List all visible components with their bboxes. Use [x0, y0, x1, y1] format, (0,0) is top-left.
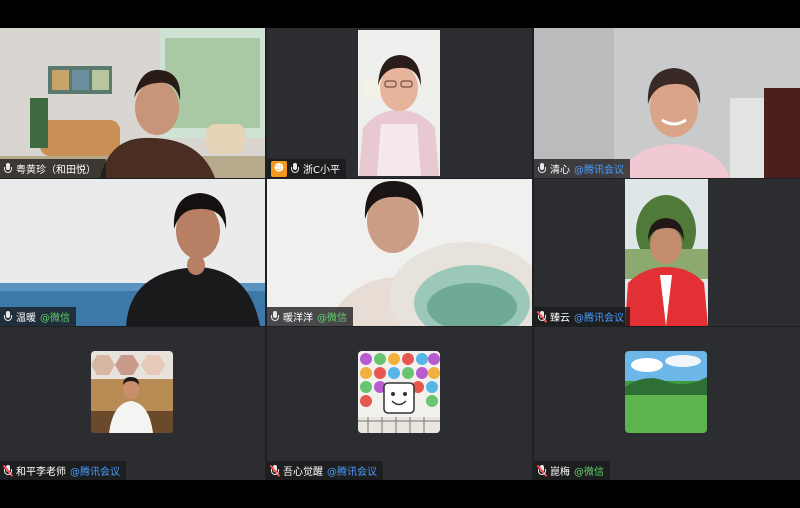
participant-name: 吾心觉醒 — [283, 467, 323, 478]
participant-tile[interactable]: 暖洋洋 @微信 — [267, 179, 532, 326]
participant-name: 温暖 — [16, 313, 36, 324]
mic-icon — [4, 310, 12, 323]
participant-tile[interactable]: 清心 @腾讯会议 — [534, 28, 800, 178]
participant-org: @微信 — [317, 313, 347, 324]
participant-name: 和平李老师 — [16, 467, 66, 478]
participant-org: @腾讯会议 — [574, 313, 624, 324]
participant-name: 浙C小平 — [303, 165, 340, 176]
participant-tile[interactable]: 吾心觉醒 @腾讯会议 — [267, 327, 532, 480]
avatar — [358, 351, 440, 433]
host-icon: ☻ — [271, 160, 287, 177]
mic-muted-icon — [2, 464, 13, 477]
participant-name: 暖洋洋 — [283, 313, 313, 324]
mic-icon — [271, 310, 279, 323]
mic-icon — [4, 162, 12, 175]
name-tag: 和平李老师 @腾讯会议 — [0, 461, 126, 480]
participant-org: @腾讯会议 — [327, 467, 377, 478]
mic-muted-icon — [269, 464, 280, 477]
participant-tile[interactable]: 粤黄珍（和田悦） — [0, 28, 265, 178]
name-tag: 粤黄珍（和田悦） — [0, 159, 106, 178]
participant-video — [534, 179, 800, 326]
name-tag: ☻ 浙C小平 — [267, 159, 346, 178]
participant-video — [267, 179, 532, 326]
participant-org: @微信 — [574, 467, 604, 478]
name-tag: 暖洋洋 @微信 — [267, 307, 353, 326]
participant-tile[interactable]: 温暖 @微信 — [0, 179, 265, 326]
name-tag: 清心 @腾讯会议 — [534, 159, 630, 178]
mic-icon — [291, 162, 299, 175]
participant-tile-active[interactable]: ☻ 浙C小平 — [267, 28, 532, 178]
name-tag: 吾心觉醒 @腾讯会议 — [267, 461, 383, 480]
participant-org: @腾讯会议 — [574, 165, 624, 176]
participant-video — [0, 28, 265, 178]
avatar — [91, 351, 173, 433]
participant-name: 崑梅 — [550, 467, 570, 478]
video-grid: 粤黄珍（和田悦） ☻ 浙C小平 清心 @腾讯会议 温暖 @微信 暖洋洋 @微信 … — [0, 28, 800, 480]
participant-name: 粤黄珍（和田悦） — [16, 165, 96, 176]
participant-org: @微信 — [40, 313, 70, 324]
name-tag: 温暖 @微信 — [0, 307, 76, 326]
name-tag: 崑梅 @微信 — [534, 461, 610, 480]
participant-video — [534, 28, 800, 178]
participant-video — [267, 28, 532, 178]
participant-name: 清心 — [550, 165, 570, 176]
participant-name: 臻云 — [550, 313, 570, 324]
participant-tile[interactable]: 和平李老师 @腾讯会议 — [0, 327, 265, 480]
mic-muted-icon — [536, 310, 547, 323]
mic-icon — [538, 162, 546, 175]
avatar — [625, 351, 707, 433]
participant-tile[interactable]: 臻云 @腾讯会议 — [534, 179, 800, 326]
mic-muted-icon — [536, 464, 547, 477]
participant-video — [0, 179, 265, 326]
participant-tile[interactable]: 崑梅 @微信 — [534, 327, 800, 480]
name-tag: 臻云 @腾讯会议 — [534, 307, 630, 326]
participant-org: @腾讯会议 — [70, 467, 120, 478]
